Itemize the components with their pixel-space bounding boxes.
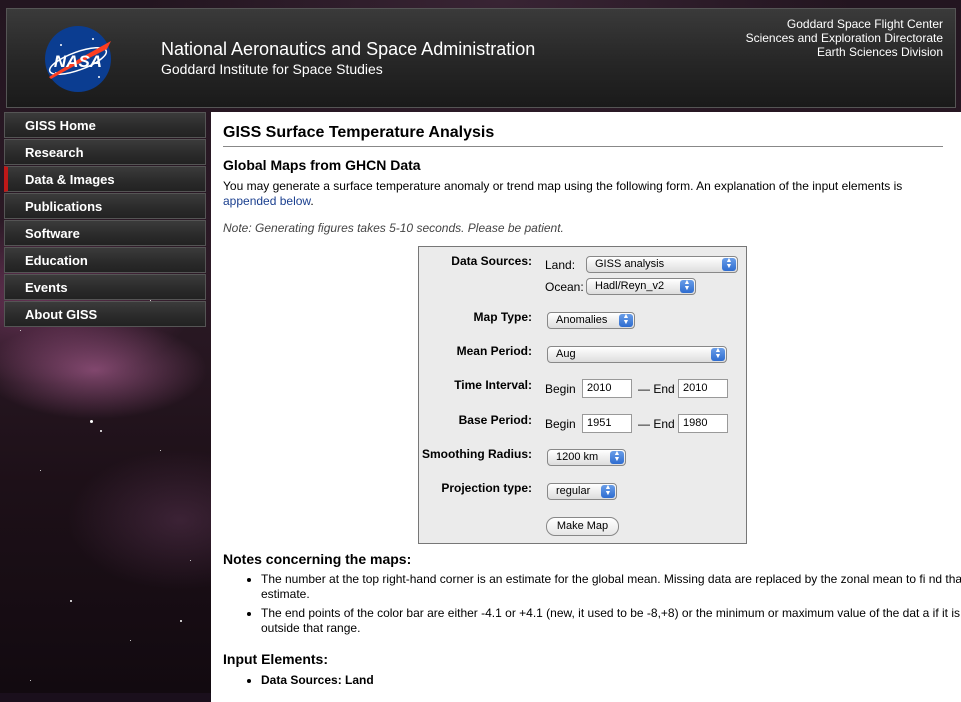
- map-type-label: Map Type:: [473, 310, 532, 324]
- base-begin-input[interactable]: 1951: [582, 414, 632, 433]
- land-label: Land:: [545, 258, 576, 272]
- make-map-button[interactable]: Make Map: [546, 517, 619, 536]
- map-form: Data Sources: Land: GISS analysis ▲ ▼ Oce…: [418, 246, 747, 544]
- intro-text: You may generate a surface temperature a…: [223, 179, 903, 193]
- list-item: The number at the top right-hand corner …: [261, 572, 961, 602]
- star: [40, 470, 41, 471]
- page-title: GISS Surface Temperature Analysis: [223, 124, 943, 147]
- time-end-label: — End: [638, 382, 675, 396]
- ocean-label: Ocean:: [545, 280, 584, 294]
- star: [20, 330, 21, 331]
- mean-period-select[interactable]: Aug ▲ ▼: [547, 346, 727, 363]
- affiliation-line[interactable]: Earth Sciences Division: [746, 45, 943, 59]
- nav-item-events[interactable]: Events: [4, 274, 206, 300]
- select-arrows-icon: ▲ ▼: [601, 484, 615, 498]
- map-type-select[interactable]: Anomalies ▲ ▼: [547, 312, 635, 329]
- data-sources-label: Data Sources:: [451, 254, 532, 268]
- projection-type-label: Projection type:: [441, 481, 532, 495]
- mean-period-value: Aug: [556, 348, 576, 360]
- time-begin-input[interactable]: 2010: [582, 379, 632, 398]
- smoothing-radius-select[interactable]: 1200 km ▲ ▼: [547, 449, 626, 466]
- intro-paragraph: You may generate a surface temperature a…: [223, 179, 933, 209]
- sidebar-nav: GISS Home Research Data & Images Publica…: [4, 112, 206, 328]
- land-select[interactable]: GISS analysis ▲ ▼: [586, 256, 738, 273]
- affiliation-line[interactable]: Goddard Space Flight Center: [746, 17, 943, 31]
- section-title: Global Maps from GHCN Data: [223, 157, 421, 173]
- list-item: The end points of the color bar are eith…: [261, 606, 961, 636]
- star: [90, 420, 93, 423]
- time-interval-label: Time Interval:: [454, 378, 532, 392]
- nav-item-publications[interactable]: Publications: [4, 193, 206, 219]
- institute-title: Goddard Institute for Space Studies: [161, 61, 383, 77]
- nasa-logo-text: NASA: [54, 52, 102, 71]
- map-type-value: Anomalies: [556, 314, 608, 326]
- time-begin-label: Begin: [545, 382, 576, 396]
- nav-item-giss-home[interactable]: GISS Home: [4, 112, 206, 138]
- base-end-label: — End: [638, 417, 675, 431]
- input-elements-heading: Input Elements:: [223, 651, 329, 667]
- nasa-logo[interactable]: NASA: [41, 25, 115, 93]
- smoothing-radius-value: 1200 km: [556, 451, 599, 463]
- star: [30, 680, 31, 681]
- base-period-label: Base Period:: [458, 413, 532, 427]
- star: [160, 450, 161, 451]
- star: [180, 620, 182, 622]
- projection-type-select[interactable]: regular ▲ ▼: [547, 483, 617, 500]
- ocean-select-value: Hadl/Reyn_v2: [595, 280, 665, 292]
- ocean-select[interactable]: Hadl/Reyn_v2 ▲ ▼: [586, 278, 696, 295]
- nav-item-about-giss[interactable]: About GISS: [4, 301, 206, 327]
- site-header: NASA National Aeronautics and Space Admi…: [6, 8, 956, 108]
- star: [70, 600, 72, 602]
- intro-period: .: [310, 194, 314, 208]
- select-arrows-icon: ▲ ▼: [722, 257, 736, 271]
- time-end-input[interactable]: 2010: [678, 379, 728, 398]
- notes-heading: Notes concerning the maps:: [223, 551, 412, 567]
- mean-period-label: Mean Period:: [456, 344, 532, 358]
- star: [100, 430, 102, 432]
- projection-type-value: regular: [556, 485, 591, 497]
- agency-title: National Aeronautics and Space Administr…: [161, 39, 536, 59]
- nav-item-education[interactable]: Education: [4, 247, 206, 273]
- select-arrows-icon: ▲ ▼: [610, 450, 624, 464]
- nav-item-software[interactable]: Software: [4, 220, 206, 246]
- base-begin-label: Begin: [545, 417, 576, 431]
- notes-list: The number at the top right-hand corner …: [241, 572, 961, 640]
- nav-item-data-images[interactable]: Data & Images: [4, 166, 206, 192]
- patience-note: Note: Generating figures takes 5-10 seco…: [223, 221, 564, 235]
- land-select-value: GISS analysis: [595, 258, 665, 270]
- appended-below-link[interactable]: appended below: [223, 194, 310, 208]
- star: [130, 640, 131, 641]
- list-item: Data Sources: Land: [261, 673, 961, 687]
- select-arrows-icon: ▲ ▼: [619, 313, 633, 327]
- select-arrows-icon: ▲ ▼: [680, 279, 694, 293]
- star: [190, 560, 191, 561]
- header-affiliations: Goddard Space Flight Center Sciences and…: [746, 17, 943, 59]
- select-arrows-icon: ▲ ▼: [711, 347, 725, 361]
- nav-item-research[interactable]: Research: [4, 139, 206, 165]
- smoothing-radius-label: Smoothing Radius:: [422, 447, 532, 461]
- base-end-input[interactable]: 1980: [678, 414, 728, 433]
- affiliation-line[interactable]: Sciences and Exploration Directorate: [746, 31, 943, 45]
- input-elements-list: Data Sources: Land: [241, 673, 961, 687]
- main-content: GISS Surface Temperature Analysis Global…: [211, 112, 961, 702]
